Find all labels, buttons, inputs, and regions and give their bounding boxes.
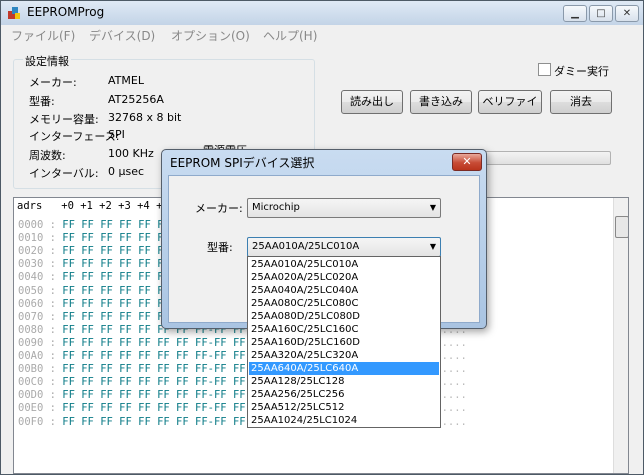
title-bar[interactable]: EEPROMProg ▁ □ ✕ <box>1 1 643 25</box>
hex-row-addr: 0070 : <box>18 310 56 323</box>
dropdown-option[interactable]: 25AA010A/25LC010A <box>249 258 439 271</box>
dropdown-option[interactable]: 25AA080C/25LC080C <box>249 297 439 310</box>
settings-group-title: 設定情報 <box>23 53 71 69</box>
menu-file[interactable]: ファイル(F) <box>11 27 75 44</box>
write-button[interactable]: 書き込み <box>410 90 472 114</box>
dropdown-option[interactable]: 25AA1024/25LC1024 <box>249 414 439 427</box>
hex-row-addr: 00E0 : <box>18 402 56 415</box>
hex-row-addr: 0060 : <box>18 297 56 310</box>
hex-row-addr: 0080 : <box>18 323 56 336</box>
memory-label: メモリー容量: <box>29 113 99 126</box>
close-icon: ✕ <box>462 155 472 168</box>
hex-row-addr: 0030 : <box>18 258 56 271</box>
dummy-run-label[interactable]: ダミー実行 <box>554 63 609 79</box>
close-icon: ✕ <box>622 8 632 19</box>
dropdown-option[interactable]: 25AA512/25LC512 <box>249 401 439 414</box>
window-title: EEPROMProg <box>27 5 105 19</box>
interval-label: インターバル: <box>29 167 99 180</box>
interface-label: インターフェース: <box>29 130 120 143</box>
menu-help[interactable]: ヘルプ(H) <box>263 27 317 44</box>
dialog-title: EEPROM SPIデバイス選択 <box>170 156 315 170</box>
hex-row-addr: 0040 : <box>18 271 56 284</box>
hex-row-addr: 0010 : <box>18 232 56 245</box>
dropdown-option[interactable]: 25AA080D/25LC080D <box>249 310 439 323</box>
dropdown-option[interactable]: 25AA320A/25LC320A <box>249 349 439 362</box>
frequency-value: 100 KHz <box>108 147 154 160</box>
dropdown-option[interactable]: 25AA640A/25LC640A <box>249 362 439 375</box>
model-combobox-value: 25AA010A/25LC010A <box>252 241 360 252</box>
maximize-icon: □ <box>596 8 606 19</box>
dropdown-option[interactable]: 25AA256/25LC256 <box>249 388 439 401</box>
frequency-label: 周波数: <box>29 149 66 162</box>
hex-row-addr: 00C0 : <box>18 376 56 389</box>
erase-button[interactable]: 消去 <box>550 90 612 114</box>
hex-row-addr: 0000 : <box>18 219 56 231</box>
read-button[interactable]: 読み出し <box>341 90 403 114</box>
dummy-run-checkbox[interactable] <box>538 63 551 76</box>
memory-value: 32768 x 8 bit <box>108 111 182 124</box>
hex-row-addr: 00A0 : <box>18 350 56 362</box>
main-window: EEPROMProg ▁ □ ✕ ファイル(F) デバイス(D) オプション(O… <box>0 0 644 475</box>
hex-row-addr: 0090 : <box>18 336 56 349</box>
hex-row-addr: 00B0 : <box>18 363 56 376</box>
dropdown-option[interactable]: 25AA040A/25LC040A <box>249 284 439 297</box>
minimize-icon: ▁ <box>571 8 579 19</box>
hex-row-addr: 00D0 : <box>18 389 56 402</box>
dialog-maker-label: メーカー: <box>195 202 243 215</box>
close-button[interactable]: ✕ <box>615 5 639 22</box>
menu-bar: ファイル(F) デバイス(D) オプション(O) ヘルプ(H) <box>1 25 643 45</box>
minimize-button[interactable]: ▁ <box>563 5 587 22</box>
model-dropdown-list[interactable]: 25AA010A/25LC010A 25AA020A/25LC020A 25AA04… <box>247 256 441 428</box>
hex-row-addr: 0050 : <box>18 284 56 297</box>
interface-value: SPI <box>108 128 125 141</box>
scroll-thumb[interactable] <box>615 216 628 238</box>
dropdown-option[interactable]: 25AA128/25LC128 <box>249 375 439 388</box>
vertical-scrollbar[interactable] <box>613 198 628 473</box>
maker-combobox[interactable]: Microchip ▼ <box>247 198 441 218</box>
maker-label: メーカー: <box>29 76 77 89</box>
chevron-down-icon: ▼ <box>429 203 436 212</box>
interval-value: 0 μsec <box>108 165 145 178</box>
app-icon <box>8 7 20 19</box>
dialog-model-label: 型番: <box>207 241 233 254</box>
maker-combobox-value: Microchip <box>252 202 300 213</box>
dropdown-option[interactable]: 25AA160D/25LC160D <box>249 336 439 349</box>
model-value: AT25256A <box>108 93 164 106</box>
dropdown-option[interactable]: 25AA020A/25LC020A <box>249 271 439 284</box>
chevron-down-icon: ▼ <box>429 242 436 251</box>
hex-row-addr: 0020 : <box>18 245 56 258</box>
maximize-button[interactable]: □ <box>589 5 613 22</box>
maker-value: ATMEL <box>108 74 144 87</box>
menu-device[interactable]: デバイス(D) <box>89 27 155 44</box>
model-combobox[interactable]: 25AA010A/25LC010A ▼ <box>247 237 441 257</box>
dropdown-option[interactable]: 25AA160C/25LC160C <box>249 323 439 336</box>
model-label: 型番: <box>29 95 55 108</box>
verify-button[interactable]: ベリファイ <box>478 90 542 114</box>
dialog-close-button[interactable]: ✕ <box>452 153 482 171</box>
hex-row-addr: 00F0 : <box>18 415 56 428</box>
menu-options[interactable]: オプション(O) <box>171 27 250 44</box>
